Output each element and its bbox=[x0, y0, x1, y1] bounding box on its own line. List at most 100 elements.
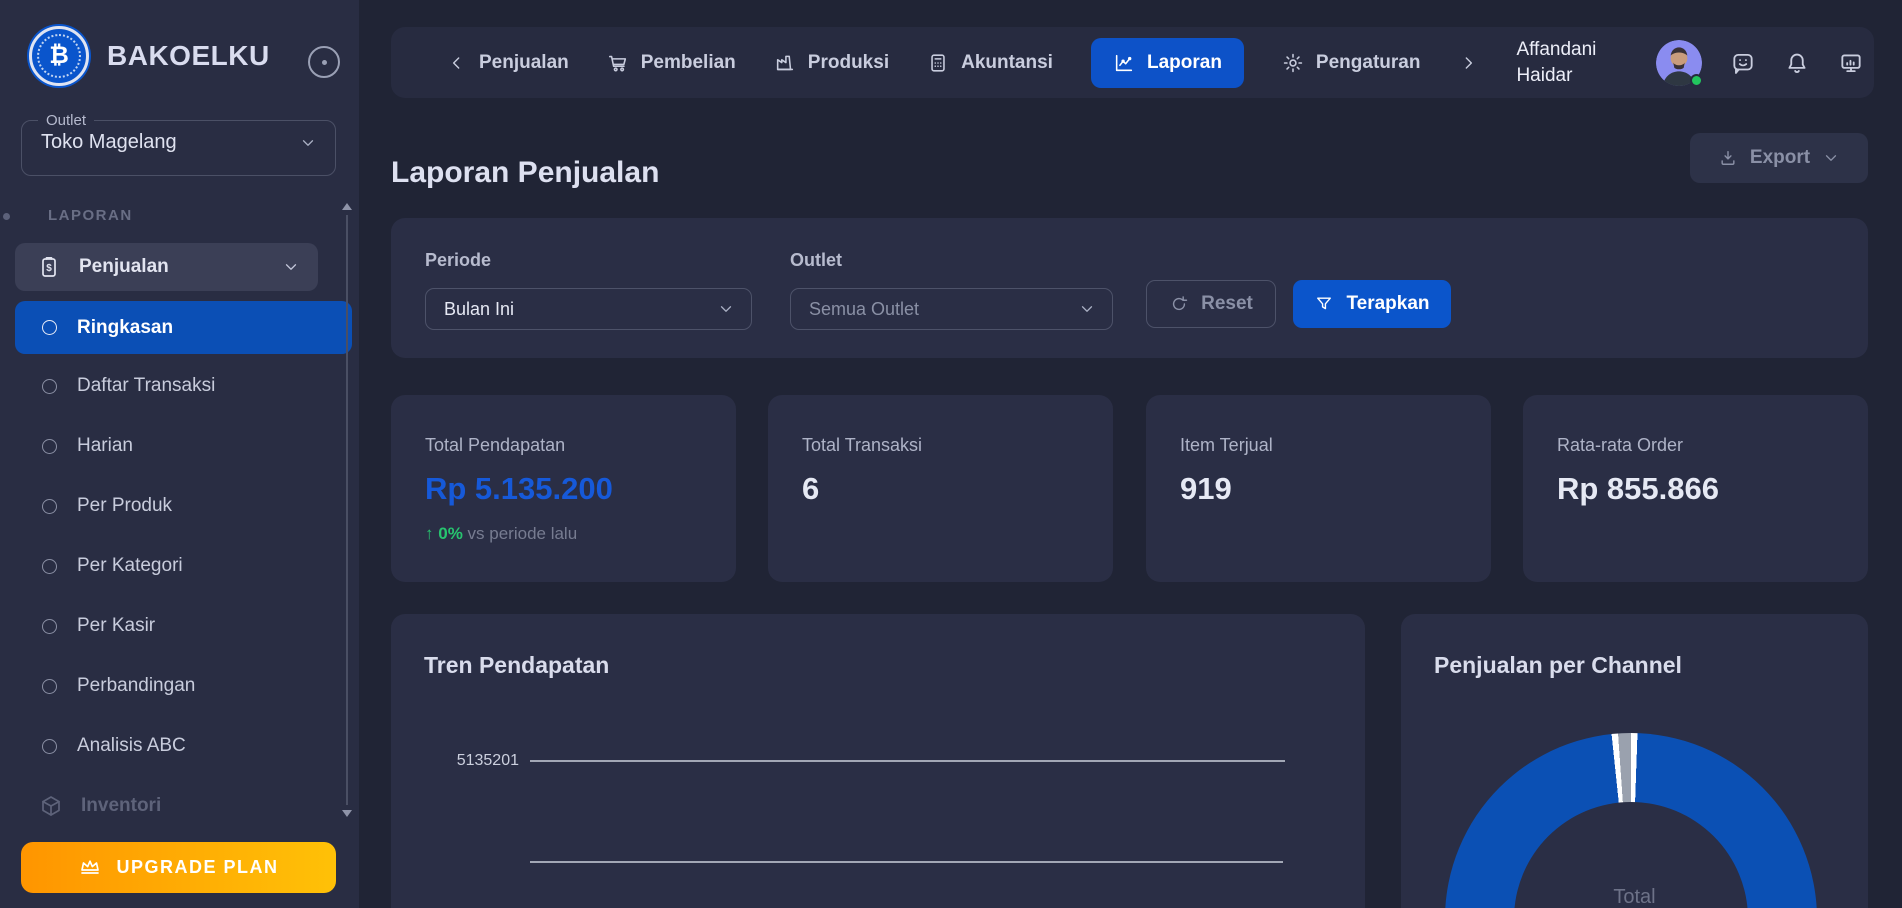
sidebar-item-harian[interactable]: Harian bbox=[15, 416, 352, 476]
apply-label: Terapkan bbox=[1346, 293, 1429, 315]
crown-icon bbox=[78, 856, 102, 880]
nav-item-label: Pengaturan bbox=[1316, 52, 1421, 74]
nav-item-label: Akuntansi bbox=[961, 52, 1053, 74]
donut-center-label: Total bbox=[1401, 886, 1868, 908]
bitcoin-glyph: ₿ bbox=[37, 34, 81, 78]
export-button[interactable]: Export bbox=[1690, 133, 1868, 183]
cube-icon bbox=[39, 794, 63, 818]
radio-circle-icon bbox=[42, 679, 57, 694]
scroll-down-arrow-icon[interactable] bbox=[342, 810, 352, 817]
sidebar-item-label: Harian bbox=[77, 435, 133, 457]
online-status-dot bbox=[1690, 74, 1703, 87]
calculator-icon bbox=[927, 52, 949, 74]
sidebar-item-perbandingan[interactable]: Perbandingan bbox=[15, 656, 352, 716]
stat-value: Rp 855.866 bbox=[1557, 471, 1834, 507]
sidebar-menu: $Penjualan Ringkasan Daftar Transaksi Haria… bbox=[15, 243, 352, 836]
gridline bbox=[530, 861, 1283, 863]
receipt-icon: $ bbox=[37, 255, 61, 279]
stat-value: Rp 5.135.200 bbox=[425, 471, 702, 507]
display-monitor-icon[interactable] bbox=[1838, 50, 1864, 76]
y-axis-tick: 5135201 bbox=[409, 752, 519, 770]
radio-circle-icon bbox=[42, 559, 57, 574]
chat-smile-icon[interactable] bbox=[1730, 50, 1756, 76]
radio-circle-icon bbox=[42, 739, 57, 754]
delta-percent: 0% bbox=[438, 524, 463, 543]
sidebar-item-per-kategori[interactable]: Per Kategori bbox=[15, 536, 352, 596]
brand-row: ₿ BAKOELKU bbox=[29, 26, 270, 86]
reset-label: Reset bbox=[1201, 293, 1253, 315]
sidebar-item-per-produk[interactable]: Per Produk bbox=[15, 476, 352, 536]
download-icon bbox=[1718, 148, 1738, 168]
outlet-select-value: Semua Outlet bbox=[809, 299, 919, 320]
sidebar-item-daftar-transaksi[interactable]: Daftar Transaksi bbox=[15, 356, 352, 416]
periode-label: Periode bbox=[425, 250, 491, 271]
stat-label: Total Transaksi bbox=[802, 435, 1079, 456]
chevron-down-icon bbox=[1822, 149, 1840, 167]
nav-item-pembelian[interactable]: Pembelian bbox=[607, 52, 736, 74]
collapse-dot-icon bbox=[322, 60, 327, 65]
scroll-up-arrow-icon[interactable] bbox=[342, 203, 352, 210]
brand-title: BAKOELKU bbox=[107, 40, 270, 72]
chart-line-icon bbox=[1113, 52, 1135, 74]
sidebar-item-label: Inventori bbox=[81, 795, 161, 817]
top-navbar: Penjualan Pembelian Produksi Akuntansi Lapor… bbox=[391, 27, 1874, 98]
radio-circle-icon bbox=[42, 320, 57, 335]
export-label: Export bbox=[1750, 147, 1810, 169]
outlet-filter-select[interactable]: Semua Outlet bbox=[790, 288, 1113, 330]
sidebar-item-ringkasan[interactable]: Ringkasan bbox=[15, 301, 352, 354]
sidebar-item-per-kasir[interactable]: Per Kasir bbox=[15, 596, 352, 656]
nav-item-akuntansi[interactable]: Akuntansi bbox=[927, 52, 1053, 74]
chevron-left-icon bbox=[447, 53, 467, 73]
stat-value: 6 bbox=[802, 471, 1079, 507]
reset-button[interactable]: Reset bbox=[1146, 280, 1276, 328]
stat-label: Rata-rata Order bbox=[1557, 435, 1834, 456]
sidebar-collapse-button[interactable] bbox=[308, 46, 340, 78]
outlet-selector[interactable]: Outlet Toko Magelang bbox=[21, 112, 336, 176]
channel-chart-title: Penjualan per Channel bbox=[1434, 652, 1682, 679]
funnel-icon bbox=[1314, 294, 1334, 314]
sidebar-item-penjualan[interactable]: $Penjualan bbox=[15, 243, 318, 291]
nav-item-label: Laporan bbox=[1147, 52, 1222, 74]
trend-chart-title: Tren Pendapatan bbox=[424, 652, 609, 679]
nav-item-label: Penjualan bbox=[479, 52, 569, 74]
scrollbar-track[interactable] bbox=[346, 215, 348, 805]
page-title: Laporan Penjualan bbox=[391, 156, 659, 190]
nav-item-pengaturan[interactable]: Pengaturan bbox=[1282, 52, 1421, 74]
stat-label: Total Pendapatan bbox=[425, 435, 702, 456]
sidebar-item-label: Daftar Transaksi bbox=[77, 375, 215, 397]
chevron-down-icon bbox=[282, 258, 300, 276]
nav-scroll-right-icon[interactable] bbox=[1458, 53, 1478, 73]
avatar[interactable] bbox=[1656, 40, 1702, 86]
bakoelku-logo-icon: ₿ bbox=[29, 26, 89, 86]
sidebar-item-analisis-abc[interactable]: Analisis ABC bbox=[15, 716, 352, 776]
chevron-down-icon bbox=[717, 300, 735, 318]
nav-item-produksi[interactable]: Produksi bbox=[774, 52, 889, 74]
periode-select[interactable]: Bulan Ini bbox=[425, 288, 752, 330]
apply-filter-button[interactable]: Terapkan bbox=[1293, 280, 1451, 328]
sidebar-item-label: Analisis ABC bbox=[77, 735, 186, 757]
revenue-trend-chart-card: Tren Pendapatan 5135201 bbox=[391, 614, 1365, 908]
stat-card-rata-rata-order: Rata-rata Order Rp 855.866 bbox=[1523, 395, 1868, 582]
stat-card-total-pendapatan: Total Pendapatan Rp 5.135.200 ↑ 0% vs peri… bbox=[391, 395, 736, 582]
periode-select-value: Bulan Ini bbox=[444, 299, 514, 320]
user-name: Affandani Haidar bbox=[1516, 37, 1628, 88]
notification-bell-icon[interactable] bbox=[1784, 50, 1810, 76]
sidebar-section-laporan: LAPORAN bbox=[48, 207, 133, 224]
nav-item-penjualan[interactable]: Penjualan bbox=[447, 52, 569, 74]
arrow-up-icon: ↑ bbox=[425, 524, 434, 543]
chevron-down-icon bbox=[299, 134, 317, 152]
nav-item-label: Produksi bbox=[808, 52, 889, 74]
upgrade-plan-button[interactable]: UPGRADE PLAN bbox=[21, 842, 336, 893]
sidebar-item-label: Per Produk bbox=[77, 495, 172, 517]
stat-value: 919 bbox=[1180, 471, 1457, 507]
sidebar-scrollbar[interactable] bbox=[341, 203, 353, 817]
channel-donut-chart-card: Penjualan per Channel Total bbox=[1401, 614, 1868, 908]
outlet-filter-label: Outlet bbox=[790, 250, 842, 271]
radio-circle-icon bbox=[42, 499, 57, 514]
filter-card: Periode Outlet Bulan Ini Semua Outlet Re… bbox=[391, 218, 1868, 358]
nav-item-laporan[interactable]: Laporan bbox=[1091, 38, 1244, 88]
sidebar-item-inventori[interactable]: Inventori bbox=[15, 776, 318, 836]
upgrade-plan-label: UPGRADE PLAN bbox=[116, 857, 278, 878]
delta-suffix: vs periode lalu bbox=[468, 524, 578, 543]
outlet-value: Toko Magelang bbox=[41, 131, 177, 154]
